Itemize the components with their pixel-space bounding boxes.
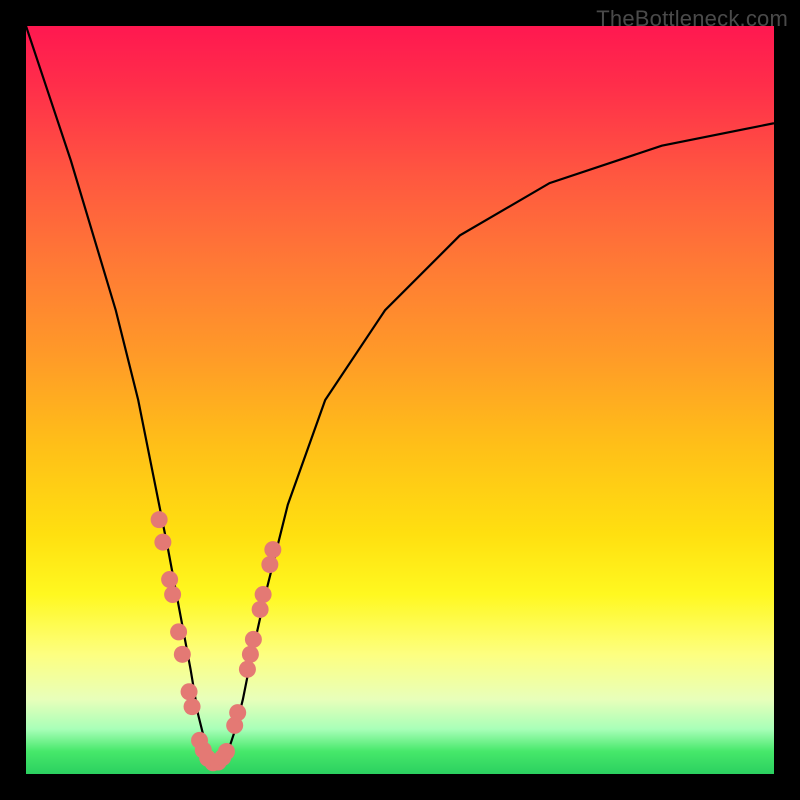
curve-marker xyxy=(181,683,198,700)
curve-marker xyxy=(261,556,278,573)
curve-marker xyxy=(245,631,262,648)
curve-marker xyxy=(242,646,259,663)
watermark-text: TheBottleneck.com xyxy=(596,6,788,32)
plot-area xyxy=(26,26,774,774)
curve-marker xyxy=(255,586,272,603)
curve-marker xyxy=(184,698,201,715)
curve-marker xyxy=(252,601,269,618)
curve-marker xyxy=(170,623,187,640)
bottleneck-curve xyxy=(26,26,774,763)
chart-canvas xyxy=(26,26,774,774)
curve-marker xyxy=(154,534,171,551)
curve-markers xyxy=(151,511,282,771)
curve-marker xyxy=(264,541,281,558)
curve-marker xyxy=(164,586,181,603)
curve-marker xyxy=(174,646,191,663)
curve-marker xyxy=(161,571,178,588)
curve-marker xyxy=(229,704,246,721)
curve-marker xyxy=(218,743,235,760)
curve-marker xyxy=(151,511,168,528)
curve-marker xyxy=(239,661,256,678)
